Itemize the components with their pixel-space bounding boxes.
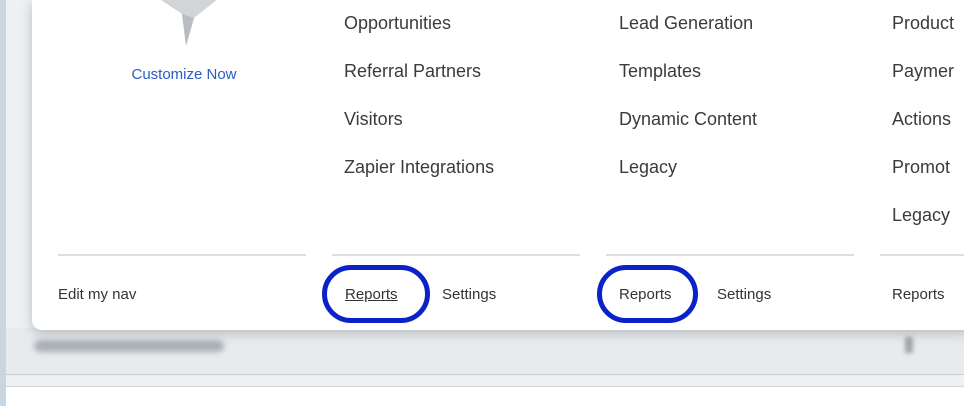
blurred-row-text <box>34 340 224 352</box>
nav-item-lead-generation[interactable]: Lead Generation <box>619 13 753 34</box>
nav-item-dynamic-content[interactable]: Dynamic Content <box>619 109 757 130</box>
settings-link[interactable]: Settings <box>442 286 496 303</box>
edit-my-nav-link[interactable]: Edit my nav <box>58 286 136 303</box>
nav-item-payments[interactable]: Paymer <box>892 61 954 82</box>
divider <box>332 254 580 256</box>
nav-item-referral-partners[interactable]: Referral Partners <box>344 61 481 82</box>
illustration-icon <box>161 0 217 46</box>
highlight-circle <box>322 265 430 323</box>
blurred-row-value <box>905 337 913 353</box>
divider <box>58 254 306 256</box>
nav-item-actions[interactable]: Actions <box>892 109 951 130</box>
highlight-circle <box>597 265 698 323</box>
nav-item-zapier-integrations[interactable]: Zapier Integrations <box>344 157 494 178</box>
customize-now-link[interactable]: Customize Now <box>114 66 254 83</box>
background-card <box>6 386 964 406</box>
nav-item-opportunities[interactable]: Opportunities <box>344 13 451 34</box>
mega-nav-dropdown: Customize Now Edit my nav Opportunities … <box>32 0 964 330</box>
nav-item-templates[interactable]: Templates <box>619 61 701 82</box>
divider <box>880 254 964 256</box>
nav-item-legacy[interactable]: Legacy <box>892 205 950 226</box>
nav-item-promotions[interactable]: Promot <box>892 157 950 178</box>
nav-item-products[interactable]: Product <box>892 13 954 34</box>
nav-item-legacy[interactable]: Legacy <box>619 157 677 178</box>
nav-item-visitors[interactable]: Visitors <box>344 109 403 130</box>
settings-link[interactable]: Settings <box>717 286 771 303</box>
reports-link[interactable]: Reports <box>892 286 945 303</box>
divider <box>606 254 854 256</box>
